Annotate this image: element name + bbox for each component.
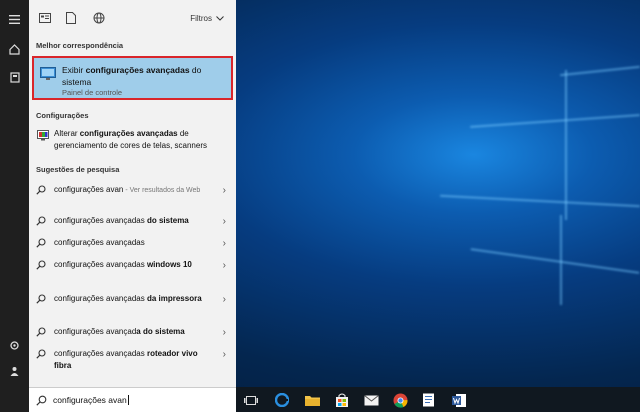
document-app-icon [423, 393, 434, 406]
chevron-right-icon: › [222, 294, 226, 305]
search-icon [36, 238, 46, 250]
start-button[interactable] [0, 387, 29, 412]
filters-dropdown[interactable]: Filtros [190, 14, 224, 23]
task-view-button[interactable] [242, 391, 260, 409]
store-button[interactable] [333, 391, 351, 409]
search-icon [36, 395, 47, 408]
edge-icon [275, 393, 289, 407]
suggestion-item[interactable]: configurações avançadas do sistema › [29, 215, 236, 229]
feedback-person-icon [10, 366, 19, 376]
chevron-right-icon: › [222, 185, 226, 196]
file-explorer-button[interactable] [303, 391, 321, 409]
search-icon [36, 216, 46, 228]
chevron-right-icon: › [222, 216, 226, 227]
documents-filter-button[interactable] [63, 10, 79, 26]
best-match-title: Exibir configurações avançadas do sistem… [62, 65, 202, 87]
hamburger-menu-button[interactable] [0, 6, 29, 32]
chrome-button[interactable] [391, 391, 409, 409]
search-box[interactable]: configurações avan [29, 387, 236, 412]
text-caret [127, 395, 129, 405]
edge-browser-button[interactable] [273, 391, 291, 409]
settings-result-item[interactable]: Alterar configurações avançadas de geren… [29, 128, 236, 156]
app-button[interactable] [420, 391, 438, 409]
gear-icon [10, 340, 19, 350]
task-view-icon [244, 395, 258, 405]
store-bag-icon [336, 393, 348, 407]
home-button[interactable] [0, 36, 29, 62]
notebook-icon [9, 71, 20, 83]
suggestions-heading: Sugestões de pesquisa [36, 165, 120, 174]
apps-icon [39, 13, 51, 23]
notebook-button[interactable] [0, 64, 29, 90]
word-icon [451, 393, 466, 407]
filter-bar: Filtros [29, 0, 236, 36]
search-results-panel: Filtros Melhor correspondência Exibir co… [29, 0, 236, 387]
chevron-right-icon: › [222, 349, 226, 360]
display-settings-icon [37, 130, 49, 143]
mail-button[interactable] [362, 391, 380, 409]
search-input[interactable]: configurações avan [53, 395, 129, 405]
settings-button[interactable] [0, 332, 29, 358]
word-button[interactable] [450, 391, 468, 409]
chevron-right-icon: › [222, 238, 226, 249]
document-icon [66, 12, 76, 24]
mail-icon [363, 394, 379, 405]
web-filter-button[interactable] [91, 10, 107, 26]
folder-icon [304, 396, 320, 406]
chrome-icon [393, 393, 408, 408]
suggestion-item[interactable]: configurações avançadas da impressora › [29, 293, 236, 319]
chevron-down-icon [216, 16, 224, 21]
suggestion-item[interactable]: configurações avançada do sistema › [29, 326, 236, 340]
suggestion-item[interactable]: configurações avan - Ver resultados da W… [29, 184, 236, 208]
best-match-subtitle: Painel de controle [62, 88, 123, 97]
system-monitor-icon [40, 67, 56, 83]
best-match-heading: Melhor correspondência [36, 41, 124, 50]
search-icon [36, 185, 46, 197]
chevron-right-icon: › [222, 327, 226, 338]
search-icon [36, 294, 46, 306]
search-icon [36, 260, 46, 272]
home-icon [9, 43, 20, 55]
hamburger-icon [9, 14, 20, 24]
search-icon [36, 349, 46, 361]
suggestion-item[interactable]: configurações avançadas roteador vivo fi… [29, 348, 236, 374]
settings-heading: Configurações [36, 111, 89, 120]
web-globe-icon [93, 12, 105, 24]
apps-filter-button[interactable] [37, 10, 53, 26]
suggestion-item[interactable]: configurações avançadas › [29, 237, 236, 251]
suggestion-item[interactable]: configurações avançadas windows 10 › [29, 259, 236, 285]
settings-result-label: Alterar configurações avançadas de geren… [54, 129, 207, 150]
chevron-right-icon: › [222, 260, 226, 271]
best-match-result[interactable]: Exibir configurações avançadas do sistem… [32, 56, 233, 100]
start-left-rail [0, 0, 29, 387]
feedback-button[interactable] [0, 358, 29, 384]
search-icon [36, 327, 46, 339]
filters-label: Filtros [190, 14, 212, 23]
